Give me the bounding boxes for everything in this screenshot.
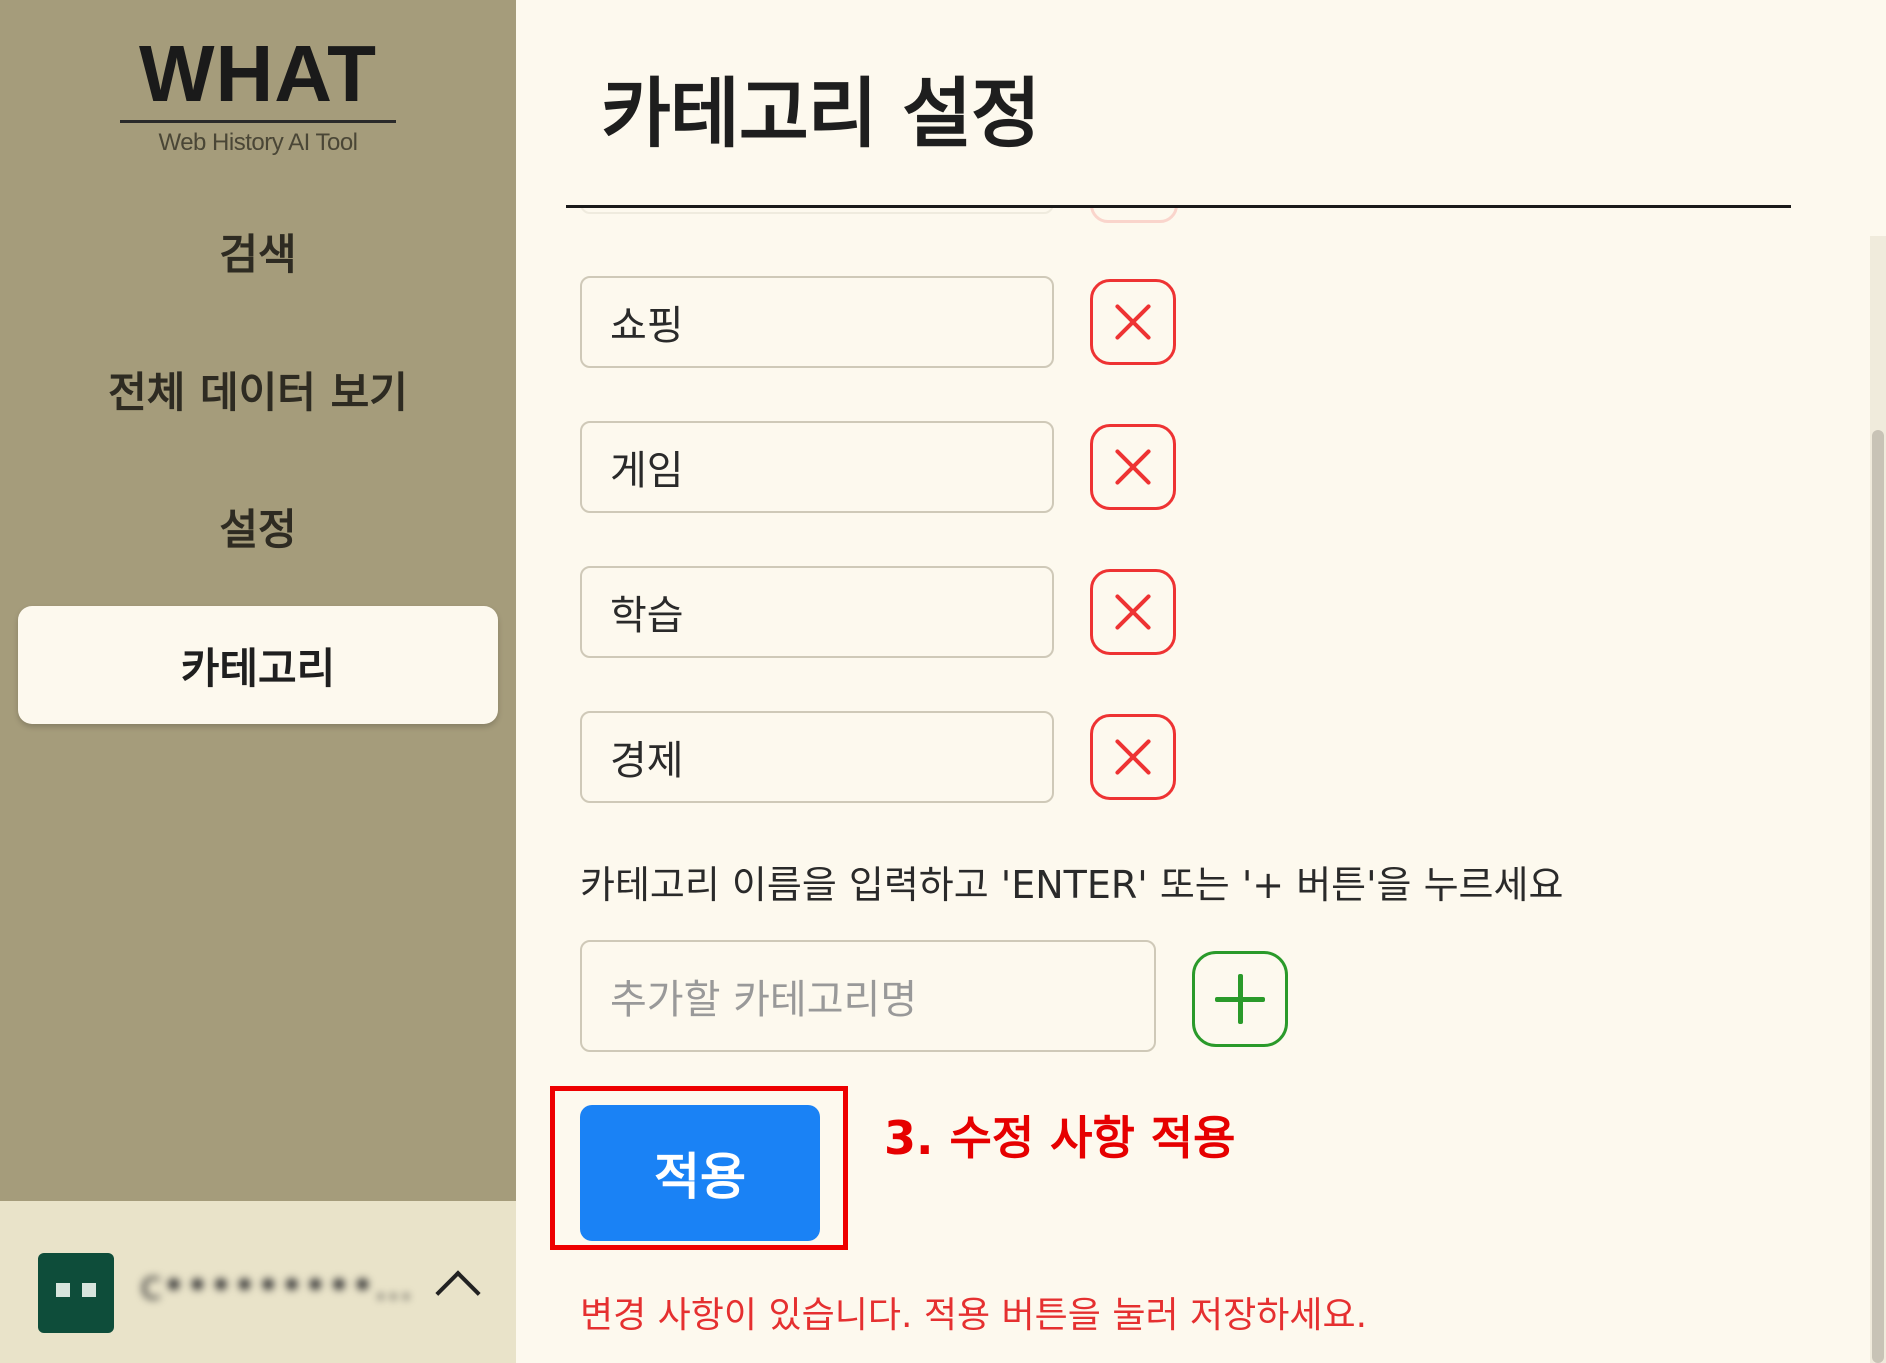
close-icon[interactable] (1090, 279, 1176, 365)
sidebar-item-category[interactable]: 카테고리 (18, 606, 498, 724)
sidebar-item-all-data[interactable]: 전체 데이터 보기 (18, 330, 498, 448)
main-content: 카테고리 설정 쇼핑 게임 학습 경제 카테고리 이름을 입력하고 'ENTER… (516, 0, 1886, 1363)
sidebar-item-label: 카테고리 (180, 643, 336, 693)
logo-subtitle: Web History AI Tool (158, 129, 358, 156)
category-input[interactable]: 쇼핑 (580, 276, 1054, 368)
sidebar-item-label: 검색 (219, 229, 297, 279)
sidebar: WHAT Web History AI Tool 검색 전체 데이터 보기 설정… (0, 0, 516, 1363)
category-row: 경제 (580, 711, 1360, 803)
close-icon[interactable] (1090, 424, 1176, 510)
scrollbar-thumb[interactable] (1872, 430, 1884, 1363)
page-header: 카테고리 설정 (566, 0, 1791, 208)
category-row: 쇼핑 (580, 276, 1360, 368)
page-title: 카테고리 설정 (601, 69, 1041, 158)
chevron-up-icon[interactable] (435, 1270, 481, 1316)
logo: WHAT Web History AI Tool (0, 30, 516, 157)
annotation-label: 3. 수정 사항 적용 (884, 1111, 1236, 1165)
input-hint: 카테고리 이름을 입력하고 'ENTER' 또는 '+ 버튼'을 누르세요 (580, 863, 1564, 907)
category-row: 게임 (580, 421, 1360, 513)
plus-icon[interactable] (1192, 951, 1288, 1047)
sidebar-item-label: 설정 (219, 504, 297, 554)
sidebar-item-settings[interactable]: 설정 (18, 467, 498, 585)
logo-divider (120, 120, 396, 123)
sidebar-item-label: 전체 데이터 보기 (108, 367, 408, 417)
logo-title: WHAT (139, 29, 377, 118)
category-input[interactable]: 학습 (580, 566, 1054, 658)
sidebar-item-search[interactable]: 검색 (18, 192, 498, 310)
user-panel[interactable]: c•••••••••... (0, 1201, 516, 1363)
category-row: 학습 (580, 566, 1360, 658)
user-name: c•••••••••... (140, 1263, 410, 1309)
close-icon[interactable] (1090, 714, 1176, 800)
avatar (38, 1253, 114, 1333)
add-category-input[interactable]: 추가할 카테고리명 (580, 940, 1156, 1052)
category-input[interactable]: 게임 (580, 421, 1054, 513)
category-input[interactable]: 경제 (580, 711, 1054, 803)
apply-button[interactable]: 적용 (580, 1105, 820, 1241)
close-icon[interactable] (1090, 569, 1176, 655)
unsaved-warning: 변경 사항이 있습니다. 적용 버튼을 눌러 저장하세요. (580, 1295, 1368, 1336)
